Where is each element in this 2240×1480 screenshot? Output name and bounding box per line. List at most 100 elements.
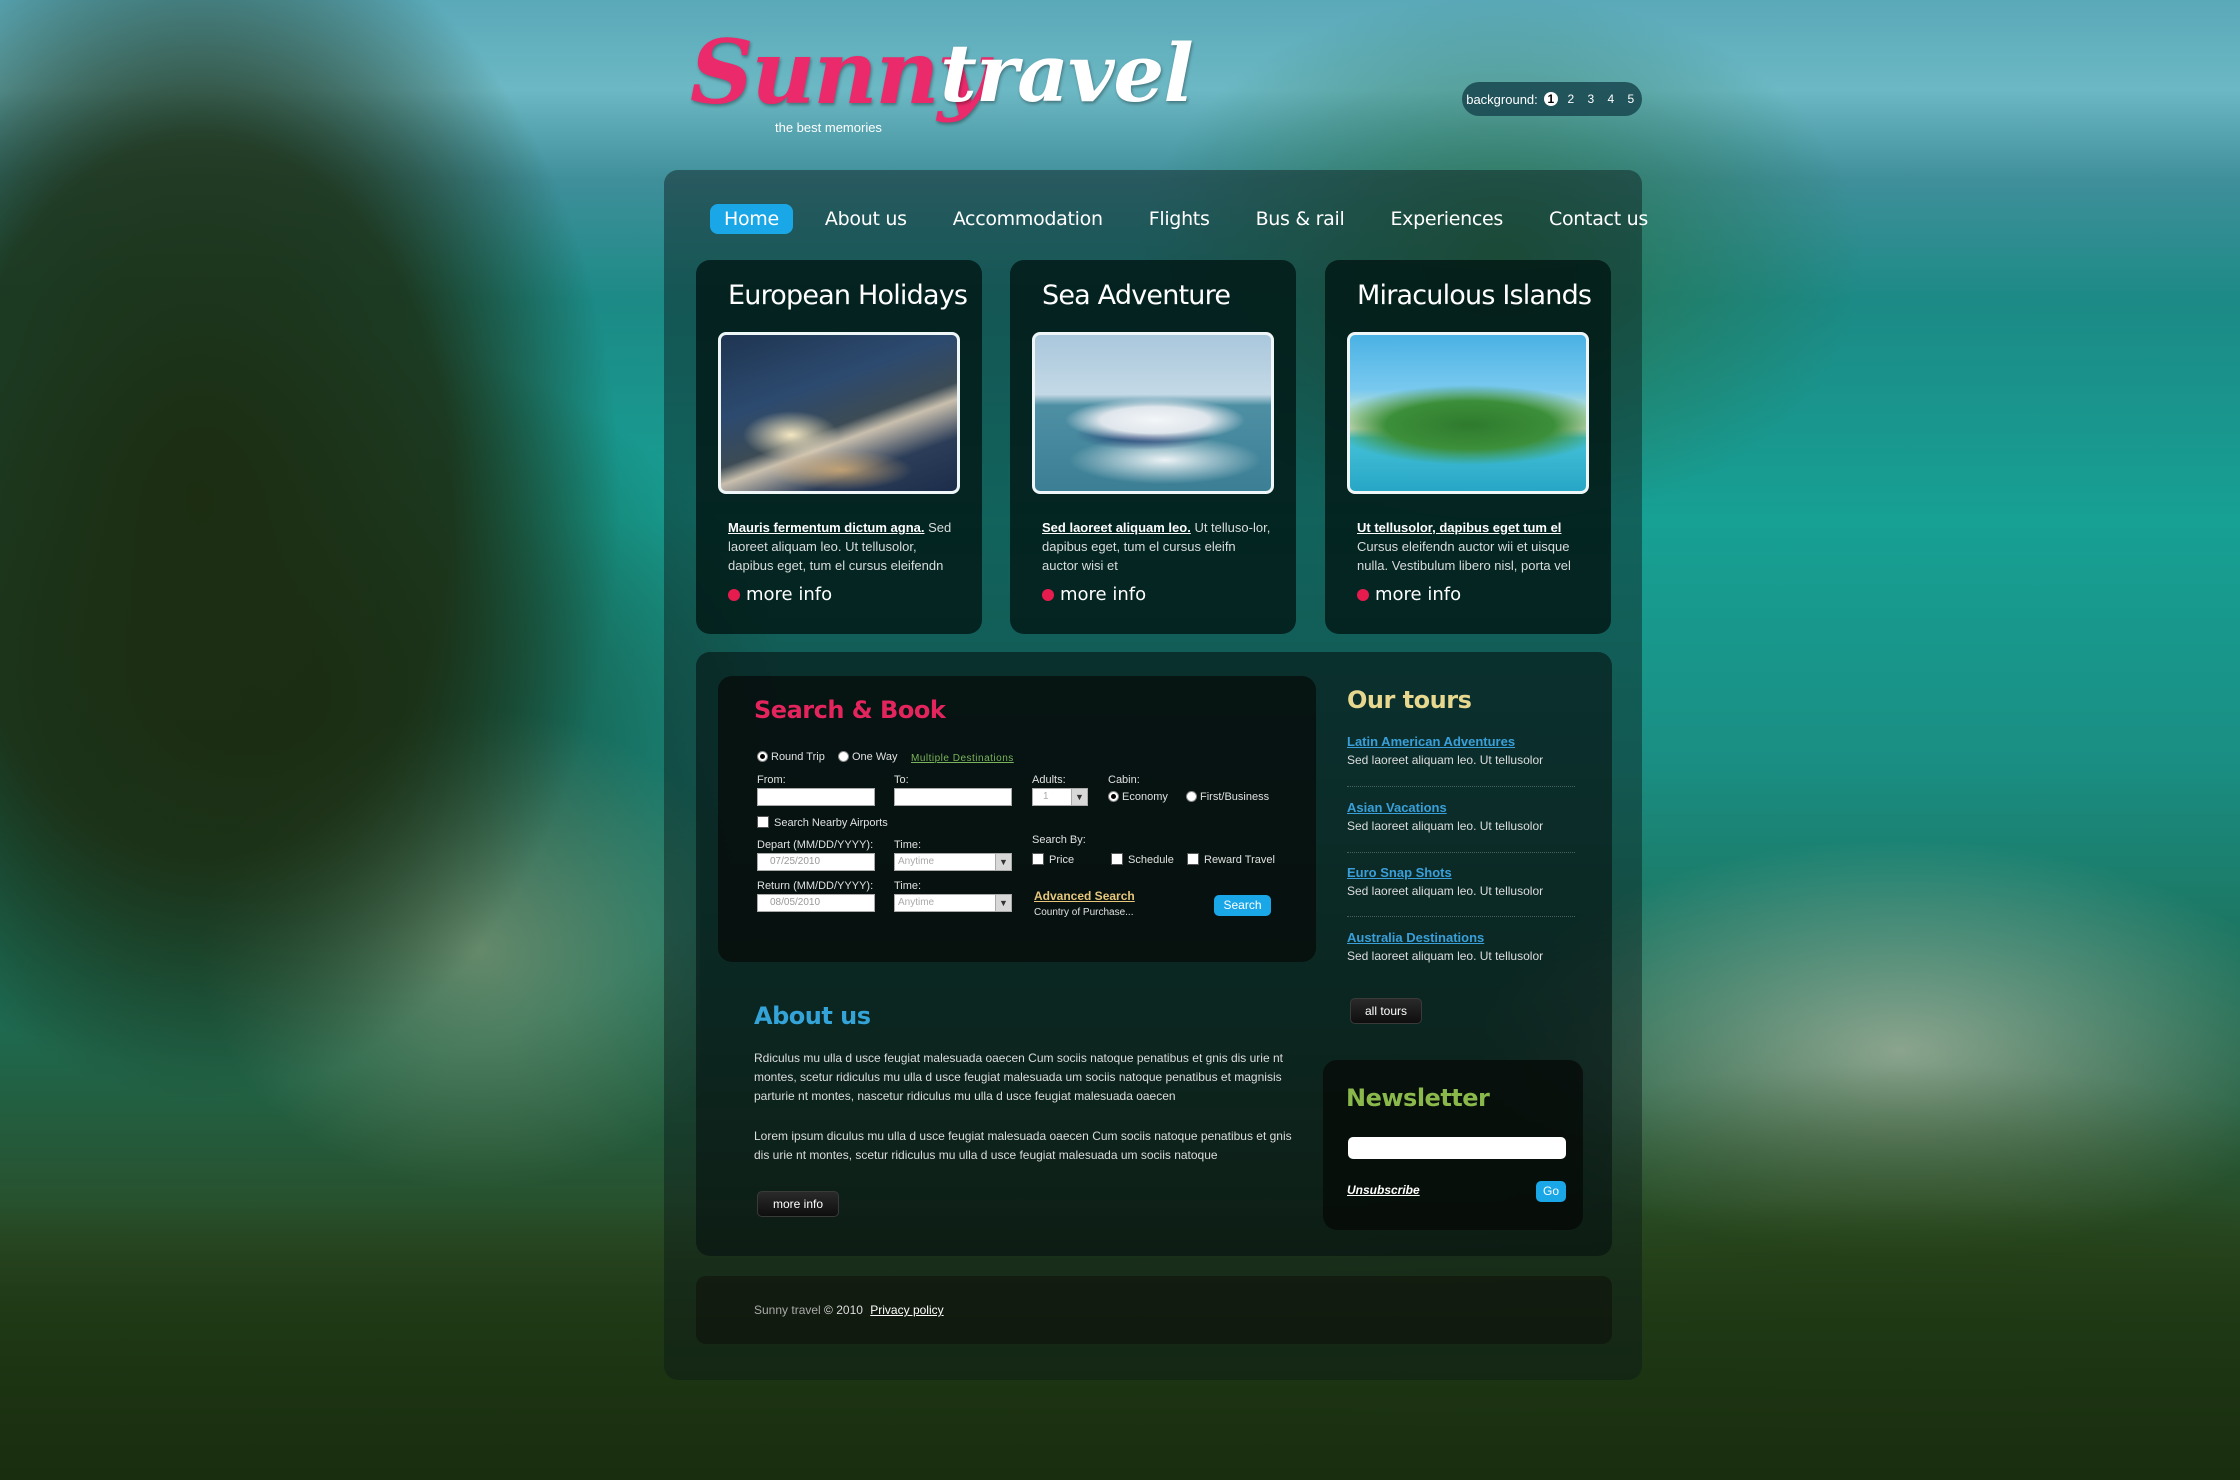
more-info-link[interactable]: more info (1042, 584, 1146, 605)
feature-lead: Sed laoreet aliquam leo. Ut telluso-lor,… (1042, 518, 1272, 575)
more-info-link[interactable]: more info (728, 584, 832, 605)
adults-select[interactable]: 1 ▼ (1032, 788, 1088, 806)
bullet-dot-icon (1357, 588, 1369, 601)
from-label: From: (757, 774, 786, 786)
tour-link-euro-snap-shots[interactable]: Euro Snap Shots (1347, 865, 1577, 880)
footer-text: Sunny travel © 2010 Privacy policy (754, 1303, 944, 1317)
checkbox-icon (1032, 853, 1044, 865)
advanced-search-label: Advanced Search (1034, 889, 1135, 903)
feature-lead-link[interactable]: Sed laoreet aliquam leo. (1042, 520, 1191, 535)
more-info-link[interactable]: more info (1357, 584, 1461, 605)
about-paragraph-1: Rdiculus mu ulla d usce feugiat malesuad… (754, 1051, 1283, 1103)
search-by-label: Search By: (1032, 834, 1086, 846)
advanced-search-link[interactable]: Advanced Search (1034, 889, 1135, 903)
nav-accommodation[interactable]: Accommodation (939, 204, 1117, 234)
search-book-title: Search & Book (754, 696, 946, 724)
tour-link-australia-destinations[interactable]: Australia Destinations (1347, 930, 1577, 945)
tour-desc: Sed laoreet aliquam leo. Ut tellusolor (1347, 819, 1544, 833)
nearby-airports-checkbox[interactable]: Search Nearby Airports (757, 816, 888, 829)
tour-desc: Sed laoreet aliquam leo. Ut tellusolor (1347, 949, 1544, 963)
feature-title: Miraculous Islands (1357, 280, 1592, 311)
unsubscribe-link[interactable]: Unsubscribe (1347, 1183, 1420, 1197)
tropical-island-photo[interactable] (1347, 332, 1589, 494)
reward-travel-checkbox[interactable]: Reward Travel (1187, 853, 1275, 866)
return-time-select[interactable]: Anytime ▼ (894, 894, 1012, 912)
one-way-radio[interactable]: One Way (838, 751, 897, 763)
tour-desc: Sed laoreet aliquam leo. Ut tellusolor (1347, 753, 1544, 767)
tour-item: Euro Snap Shots Sed laoreet aliquam leo.… (1347, 865, 1577, 898)
nav-experiences[interactable]: Experiences (1376, 204, 1517, 234)
search-button[interactable]: Search (1214, 895, 1271, 916)
economy-radio[interactable]: Economy (1108, 791, 1168, 803)
newsletter-go-button[interactable]: Go (1536, 1181, 1566, 1202)
background-option-2[interactable]: 2 (1564, 92, 1578, 106)
more-info-label: more info (1375, 584, 1462, 605)
background-option-5[interactable]: 5 (1624, 92, 1638, 106)
feature-card-european-holidays: European Holidays Mauris fermentum dictu… (696, 260, 982, 634)
tour-item: Latin American Adventures Sed laoreet al… (1347, 734, 1577, 767)
return-time-label: Time: (894, 880, 922, 892)
privacy-policy-link[interactable]: Privacy policy (870, 1303, 943, 1317)
newsletter-email-input[interactable] (1348, 1137, 1566, 1159)
nav-bus-rail[interactable]: Bus & rail (1242, 204, 1359, 234)
footer-copyright: © 2010 (824, 1303, 863, 1317)
adults-label: Adults: (1032, 774, 1066, 786)
background-switcher-label: background: (1466, 91, 1538, 107)
feature-card-miraculous-islands: Miraculous Islands Ut tellusolor, dapibu… (1325, 260, 1611, 634)
depart-time-select[interactable]: Anytime ▼ (894, 853, 1012, 871)
chevron-down-icon: ▼ (995, 895, 1011, 911)
economy-label: Economy (1122, 791, 1168, 803)
depart-date-input[interactable]: 07/25/2010 (757, 853, 875, 871)
tour-link-asian-vacations[interactable]: Asian Vacations (1347, 800, 1577, 815)
speedboat-photo[interactable] (1032, 332, 1274, 494)
tours-title: Our tours (1347, 686, 1472, 714)
site-logo[interactable]: Sunny travel the best memories (690, 20, 1194, 140)
feature-lead-link[interactable]: Ut tellusolor, dapibus eget tum el (1357, 520, 1561, 535)
coastal-town-photo[interactable] (718, 332, 960, 494)
one-way-label: One Way (852, 751, 898, 763)
nav-flights[interactable]: Flights (1135, 204, 1224, 234)
return-date-input[interactable]: 08/05/2010 (757, 894, 875, 912)
depart-time-label: Time: (894, 839, 922, 851)
nav-about-us[interactable]: About us (811, 204, 921, 234)
bullet-dot-icon (1042, 588, 1054, 601)
all-tours-button[interactable]: all tours (1350, 998, 1422, 1024)
background-option-1[interactable]: 1 (1543, 92, 1558, 106)
about-more-info-button[interactable]: more info (757, 1191, 839, 1217)
price-checkbox[interactable]: Price (1032, 853, 1074, 866)
price-label: Price (1049, 854, 1075, 866)
feature-lead: Mauris fermentum dictum agna. Sed laoree… (728, 518, 958, 575)
first-business-radio[interactable]: First/Business (1186, 791, 1269, 803)
checkbox-icon (1111, 853, 1123, 865)
bullet-dot-icon (728, 588, 740, 601)
more-info-label: more info (746, 584, 833, 605)
tour-link-latin-american[interactable]: Latin American Adventures (1347, 734, 1577, 749)
feature-card-sea-adventure: Sea Adventure Sed laoreet aliquam leo. U… (1010, 260, 1296, 634)
nav-contact-us[interactable]: Contact us (1535, 204, 1662, 234)
about-paragraph-2: Lorem ipsum diculus mu ulla d usce feugi… (754, 1129, 1292, 1162)
country-of-purchase[interactable]: Country of Purchase... (1034, 907, 1134, 918)
to-input[interactable] (894, 788, 1012, 806)
round-trip-radio[interactable]: Round Trip (757, 751, 825, 763)
multiple-destinations-label: Multiple Destinations (911, 753, 1014, 764)
background-option-3[interactable]: 3 (1584, 92, 1598, 106)
schedule-checkbox[interactable]: Schedule (1111, 853, 1174, 866)
return-label: Return (MM/DD/YYYY): (757, 880, 874, 892)
tour-divider (1347, 852, 1575, 853)
tour-item: Australia Destinations Sed laoreet aliqu… (1347, 930, 1577, 963)
background-option-4[interactable]: 4 (1604, 92, 1618, 106)
from-input[interactable] (757, 788, 875, 806)
multiple-destinations-link[interactable]: Multiple Destinations (911, 752, 1014, 764)
nav-home[interactable]: Home (710, 204, 793, 234)
radio-unchecked-icon (838, 751, 849, 762)
chevron-down-icon: ▼ (995, 854, 1011, 870)
schedule-label: Schedule (1128, 854, 1174, 866)
depart-label: Depart (MM/DD/YYYY): (757, 839, 874, 851)
round-trip-label: Round Trip (771, 751, 825, 763)
radio-checked-icon (757, 751, 768, 762)
feature-lead-link[interactable]: Mauris fermentum dictum agna. (728, 520, 924, 535)
nearby-airports-label: Search Nearby Airports (774, 817, 888, 829)
footer-brand: Sunny travel (754, 1303, 821, 1317)
feature-lead: Ut tellusolor, dapibus eget tum el Cursu… (1357, 518, 1587, 575)
checkbox-icon (757, 816, 769, 828)
